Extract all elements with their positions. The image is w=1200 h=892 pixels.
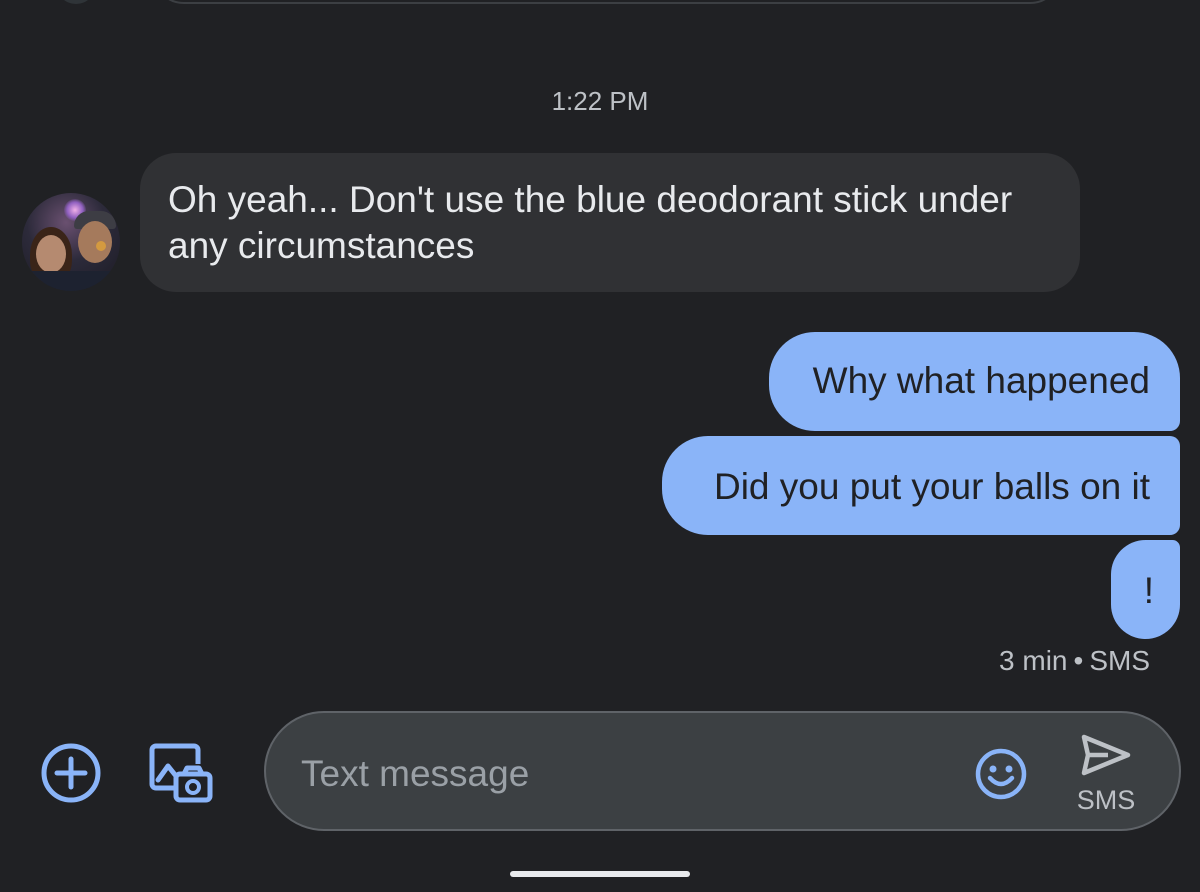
send-icon (1081, 734, 1131, 776)
previous-message-bubble[interactable] (152, 0, 1062, 4)
message-composer[interactable]: Text message SMS (264, 711, 1181, 831)
message-text: Did you put your balls on it (713, 466, 1150, 507)
outgoing-message-bubble[interactable]: Why what happened (769, 332, 1180, 431)
previous-avatar (56, 0, 96, 4)
message-timestamp: 1:22 PM (551, 86, 649, 116)
outgoing-message-bubble[interactable]: Did you put your balls on it (662, 436, 1180, 535)
gallery-camera-icon (149, 743, 213, 803)
send-sms-label: SMS (1076, 785, 1136, 815)
incoming-message-bubble[interactable]: Oh yeah... Don't use the blue deodorant … (140, 153, 1080, 292)
message-text: Why what happened (812, 360, 1150, 401)
avatar-bodies (22, 271, 120, 291)
emoji-icon (975, 748, 1027, 800)
avatar-person-right-face (78, 221, 112, 263)
text-message-input[interactable]: Text message (301, 751, 529, 797)
message-status: 3 min • SMS (999, 645, 1150, 677)
add-circle-icon (41, 743, 101, 803)
status-separator: • (1073, 645, 1084, 676)
message-text: Oh yeah... Don't use the blue deodorant … (168, 179, 1013, 266)
add-attachment-button[interactable] (40, 742, 102, 804)
gallery-button[interactable] (148, 740, 214, 806)
avatar-light (96, 241, 106, 251)
message-age: 3 min (999, 645, 1068, 676)
send-button[interactable]: SMS (1066, 731, 1146, 821)
conversation-screen: 1:22 PM Oh yeah... Don't use the blue de… (0, 0, 1200, 892)
navigation-gesture-handle[interactable] (510, 871, 690, 877)
message-text: ! (1143, 570, 1154, 611)
emoji-button[interactable] (974, 747, 1028, 801)
message-channel: SMS (1089, 645, 1150, 676)
outgoing-message-bubble[interactable]: ! (1111, 540, 1180, 639)
contact-avatar[interactable] (22, 193, 120, 291)
avatar-person-left-face (36, 235, 66, 273)
